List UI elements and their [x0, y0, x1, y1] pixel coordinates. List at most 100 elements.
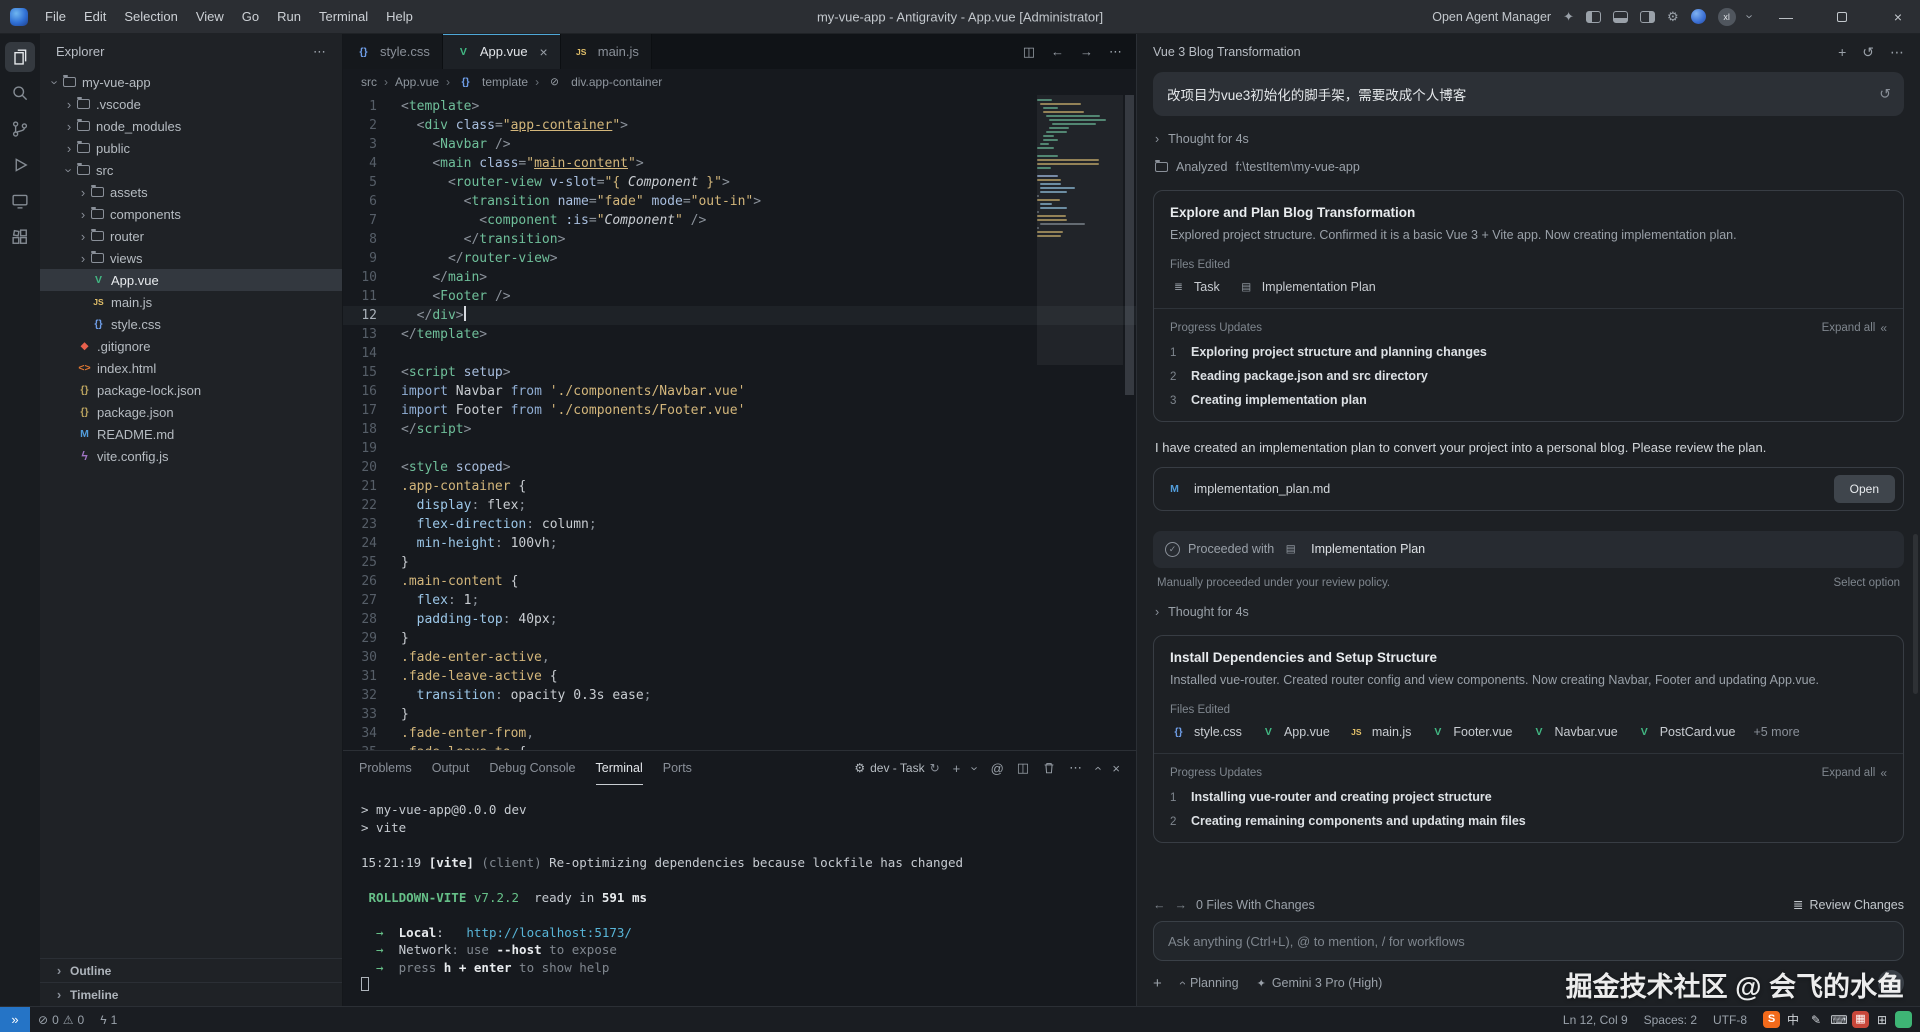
tab-main.js[interactable]: JSmain.js — [561, 34, 652, 69]
source-control-icon[interactable] — [5, 114, 35, 144]
tree-item-views[interactable]: ›views — [40, 247, 342, 269]
tree-item-README.md[interactable]: MREADME.md — [40, 423, 342, 445]
ime-icon[interactable]: 中 — [1783, 1011, 1803, 1028]
ime-icon[interactable]: ⊞ — [1872, 1013, 1892, 1027]
terminal-task-item[interactable]: ⚙dev - Task↻ — [854, 761, 939, 775]
menu-selection[interactable]: Selection — [115, 5, 186, 28]
encoding[interactable]: UTF-8 — [1705, 1007, 1755, 1032]
file-chip[interactable]: VFooter.vue — [1429, 725, 1512, 739]
section-outline[interactable]: ›Outline — [40, 958, 342, 982]
close-panel-icon[interactable]: × — [1112, 761, 1120, 776]
nav-back-icon[interactable]: ← — [1051, 44, 1064, 59]
close-window-button[interactable]: × — [1876, 0, 1920, 33]
file-chip[interactable]: JSmain.js — [1348, 725, 1412, 739]
mode-selector[interactable]: › Planning — [1180, 976, 1239, 990]
ime-icon[interactable]: S — [1763, 1011, 1780, 1028]
account-orb-icon[interactable] — [1691, 9, 1706, 24]
run-debug-icon[interactable] — [5, 150, 35, 180]
menu-terminal[interactable]: Terminal — [310, 5, 377, 28]
tree-item-.vscode[interactable]: ›.vscode — [40, 93, 342, 115]
tree-item-vite.config.js[interactable]: ϟvite.config.js — [40, 445, 342, 467]
toggle-primary-sidebar-icon[interactable] — [1586, 11, 1601, 23]
ime-icon[interactable]: ⌨ — [1829, 1013, 1849, 1027]
editor-scrollbar[interactable] — [1123, 95, 1136, 750]
search-icon[interactable] — [5, 78, 35, 108]
tab-App.vue[interactable]: VApp.vue× — [443, 34, 561, 69]
tree-item-package.json[interactable]: {}package.json — [40, 401, 342, 423]
tree-item-main.js[interactable]: JSmain.js — [40, 291, 342, 313]
new-terminal-icon[interactable]: + — [953, 761, 961, 776]
ime-icon[interactable]: ✎ — [1806, 1013, 1826, 1027]
breadcrumb-item[interactable]: App.vue — [395, 75, 439, 89]
toggle-secondary-sidebar-icon[interactable] — [1640, 11, 1655, 23]
indentation[interactable]: Spaces: 2 — [1636, 1007, 1705, 1032]
code-editor[interactable]: 1<template>2 <div class="app-container">… — [343, 95, 1136, 750]
minimize-button[interactable]: — — [1764, 0, 1808, 33]
tab-style.css[interactable]: {}style.css — [343, 34, 443, 69]
file-chip[interactable]: ≣Task — [1170, 280, 1220, 294]
terminal-more-icon[interactable]: ⋯ — [1069, 760, 1082, 776]
minimap[interactable] — [1037, 95, 1123, 750]
panel-tab-debug-console[interactable]: Debug Console — [489, 751, 575, 785]
tree-item-package-lock.json[interactable]: {}package-lock.json — [40, 379, 342, 401]
restore-checkpoint-icon[interactable]: ↺ — [1879, 86, 1891, 103]
agent-manager-icon[interactable]: ✦ — [1563, 9, 1574, 25]
cursor-position[interactable]: Ln 12, Col 9 — [1555, 1007, 1636, 1032]
menu-view[interactable]: View — [187, 5, 233, 28]
add-context-button[interactable]: + — [1153, 975, 1162, 992]
nav-forward-icon[interactable]: → — [1080, 44, 1093, 59]
tree-item-.gitignore[interactable]: ◆.gitignore — [40, 335, 342, 357]
file-chip[interactable]: VPostCard.vue — [1636, 725, 1736, 739]
split-terminal-icon[interactable]: ◫ — [1017, 760, 1029, 776]
terminal-dropdown-icon[interactable]: › — [968, 766, 983, 770]
file-chip[interactable]: VNavbar.vue — [1530, 725, 1617, 739]
breadcrumb-item[interactable]: ⊘div.app-container — [546, 75, 662, 89]
next-change-icon[interactable]: → — [1175, 898, 1188, 912]
tree-item-my-vue-app[interactable]: ›my-vue-app — [40, 71, 342, 93]
ports-status[interactable]: ϟ1 — [92, 1007, 125, 1032]
ime-icon[interactable] — [1895, 1011, 1912, 1028]
agent-more-icon[interactable]: ⋯ — [1890, 44, 1904, 61]
menu-edit[interactable]: Edit — [75, 5, 115, 28]
chevron-down-icon[interactable]: › — [1742, 14, 1757, 18]
expand-all-button[interactable]: Expand all« — [1822, 766, 1887, 780]
file-chip[interactable]: {}style.css — [1170, 725, 1242, 739]
thought-toggle-1[interactable]: › Thought for 4s — [1155, 132, 1902, 146]
maximize-button[interactable] — [1820, 0, 1864, 33]
panel-tab-ports[interactable]: Ports — [663, 751, 692, 785]
agent-conversation[interactable]: 改项目为vue3初始化的脚手架，需要改成个人博客 ↺ › Thought for… — [1137, 70, 1920, 891]
tree-item-App.vue[interactable]: VApp.vue — [40, 269, 342, 291]
kill-terminal-icon[interactable] — [1042, 761, 1056, 775]
agent-input[interactable]: Ask anything (Ctrl+L), @ to mention, / f… — [1153, 921, 1904, 961]
agent-scrollbar[interactable] — [1913, 534, 1918, 694]
tree-item-node_modules[interactable]: ›node_modules — [40, 115, 342, 137]
explorer-icon[interactable] — [5, 42, 35, 72]
breadcrumb-item[interactable]: src — [361, 75, 377, 89]
plan-file-row[interactable]: M implementation_plan.md Open — [1153, 467, 1904, 511]
toggle-panel-icon[interactable] — [1613, 11, 1628, 23]
file-chip[interactable]: VApp.vue — [1260, 725, 1330, 739]
extensions-icon[interactable] — [5, 222, 35, 252]
send-button[interactable]: ▸ — [1878, 970, 1904, 996]
select-option-button[interactable]: Select option — [1834, 577, 1901, 589]
tree-item-components[interactable]: ›components — [40, 203, 342, 225]
problems-status[interactable]: ⊘0 ⚠0 — [30, 1007, 92, 1032]
maximize-panel-icon[interactable]: › — [1090, 766, 1105, 770]
tree-item-router[interactable]: ›router — [40, 225, 342, 247]
model-selector[interactable]: ✦ Gemini 3 Pro (High) — [1257, 976, 1383, 990]
panel-tab-output[interactable]: Output — [432, 751, 470, 785]
review-changes-button[interactable]: ≣ Review Changes — [1793, 897, 1904, 912]
split-editor-icon[interactable]: ◫ — [1023, 44, 1035, 60]
explorer-more-icon[interactable]: ⋯ — [313, 44, 326, 60]
panel-tab-terminal[interactable]: Terminal — [596, 751, 643, 785]
menu-run[interactable]: Run — [268, 5, 310, 28]
close-tab-icon[interactable]: × — [540, 44, 548, 60]
more-files[interactable]: +5 more — [1753, 725, 1799, 739]
open-plan-button[interactable]: Open — [1834, 475, 1895, 503]
open-agent-manager-button[interactable]: Open Agent Manager — [1432, 10, 1551, 24]
prev-change-icon[interactable]: ← — [1153, 898, 1166, 912]
thought-toggle-2[interactable]: › Thought for 4s — [1155, 605, 1902, 619]
menu-go[interactable]: Go — [233, 5, 268, 28]
avatar[interactable]: xl — [1718, 8, 1736, 26]
menu-file[interactable]: File — [36, 5, 75, 28]
